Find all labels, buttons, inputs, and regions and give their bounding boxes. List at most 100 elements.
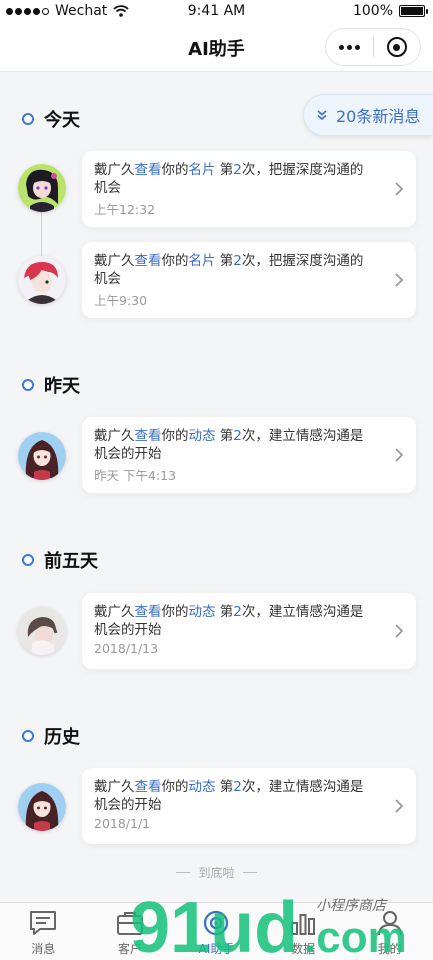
chevron-right-icon	[395, 182, 404, 196]
end-of-list-note: 到底啦	[0, 864, 433, 881]
card-time: 昨天 下午4:13	[94, 468, 177, 483]
tab-label: 消息	[31, 942, 56, 956]
nav-bar: AI助手	[0, 22, 433, 72]
new-messages-label: 20条新消息	[336, 107, 421, 126]
end-note-label: 到底啦	[198, 866, 235, 880]
divider	[242, 872, 257, 873]
object-label: 名片	[188, 162, 216, 178]
card-message: 戴广久查看你的动态 第2次，建立情感沟通是机会的开始	[94, 427, 376, 463]
status-bar: Wechat 9:41 AM 100%	[0, 0, 433, 22]
chevron-right-icon	[395, 448, 404, 462]
object-label: 动态	[188, 779, 216, 795]
visitor-name: 戴广久	[94, 779, 135, 795]
avatar[interactable]	[18, 783, 66, 831]
avatar[interactable]	[18, 256, 66, 304]
tab-customers[interactable]: 客户	[87, 903, 174, 960]
card-message: 戴广久查看你的动态 第2次，建立情感沟通是机会的开始	[94, 778, 376, 814]
action-label: 查看	[134, 604, 162, 620]
avatar[interactable]	[18, 432, 66, 480]
activity-card[interactable]: 戴广久查看你的动态 第2次，建立情感沟通是机会的开始 2018/1/13	[82, 593, 416, 669]
card-time: 2018/1/13	[94, 641, 159, 656]
tab-ai-assistant[interactable]: AI助手	[173, 903, 260, 960]
object-label: 动态	[188, 428, 216, 444]
section-title: 前五天	[44, 551, 98, 572]
activity-card[interactable]: 戴广久查看你的动态 第2次，建立情感沟通是机会的开始 昨天 下午4:13	[82, 417, 416, 493]
card-message: 戴广久查看你的名片 第2次，把握深度沟通的机会	[94, 161, 376, 197]
tab-label: 我的	[377, 942, 402, 956]
card-time: 2018/1/1	[94, 816, 151, 831]
count-label: 2	[233, 779, 242, 795]
message-text: 你的	[161, 604, 189, 620]
object-label: 名片	[188, 253, 216, 269]
tab-bar: 消息 客户 AI助手 数据 我的	[0, 902, 433, 960]
timeline-connector	[41, 212, 42, 260]
data-icon	[291, 914, 316, 935]
double-chevron-down-icon	[316, 109, 328, 121]
visitor-name: 戴广久	[94, 253, 135, 269]
card-message: 戴广久查看你的动态 第2次，建立情感沟通是机会的开始	[94, 603, 376, 639]
visitor-name: 戴广久	[94, 428, 135, 444]
message-text: 次，	[241, 428, 269, 444]
more-icon[interactable]	[326, 29, 373, 65]
message-text: 你的	[161, 779, 189, 795]
tab-messages[interactable]: 消息	[0, 903, 87, 960]
message-text: 你的	[161, 428, 189, 444]
card-time: 上午12:32	[94, 202, 156, 217]
count-label: 2	[233, 162, 242, 178]
message-text: 你的	[161, 162, 189, 178]
section-five-days-ago: 前五天	[22, 548, 98, 572]
customer-icon	[116, 912, 143, 935]
message-text: 第	[215, 162, 234, 178]
avatar[interactable]	[18, 607, 66, 655]
count-label: 2	[233, 253, 242, 269]
new-messages-button[interactable]: 20条新消息	[303, 94, 433, 136]
section-today: 今天	[22, 107, 80, 131]
chevron-right-icon	[395, 799, 404, 813]
tab-profile[interactable]: 我的	[346, 903, 433, 960]
message-text: 次，	[241, 253, 269, 269]
profile-icon	[377, 911, 402, 936]
count-label: 2	[233, 604, 242, 620]
activity-card[interactable]: 戴广久查看你的动态 第2次，建立情感沟通是机会的开始 2018/1/1	[82, 768, 416, 844]
count-label: 2	[233, 428, 242, 444]
visitor-name: 戴广久	[94, 162, 135, 178]
avatar[interactable]	[18, 164, 66, 212]
chevron-right-icon	[395, 624, 404, 638]
object-label: 动态	[188, 604, 216, 620]
message-text: 第	[215, 428, 234, 444]
action-label: 查看	[134, 253, 162, 269]
section-yesterday: 昨天	[22, 373, 80, 397]
section-dot-icon	[22, 379, 34, 391]
message-icon	[30, 911, 57, 935]
battery-icon	[399, 5, 428, 17]
status-right: 100%	[352, 3, 428, 19]
section-dot-icon	[22, 554, 34, 566]
section-dot-icon	[22, 730, 34, 742]
section-title: 历史	[44, 727, 80, 748]
card-message: 戴广久查看你的名片 第2次，把握深度沟通的机会	[94, 252, 376, 288]
battery-label: 100%	[352, 3, 393, 19]
section-dot-icon	[22, 113, 34, 125]
divider	[176, 872, 191, 873]
message-text: 次，	[241, 162, 269, 178]
message-text: 第	[215, 253, 234, 269]
message-text: 你的	[161, 253, 189, 269]
section-title: 今天	[44, 110, 80, 131]
tab-data[interactable]: 数据	[260, 903, 347, 960]
action-label: 查看	[134, 779, 162, 795]
section-title: 昨天	[44, 376, 80, 397]
tab-label: 客户	[117, 942, 142, 956]
ai-assistant-icon	[204, 910, 229, 936]
action-label: 查看	[134, 162, 162, 178]
message-text: 次，	[241, 604, 269, 620]
activity-card[interactable]: 戴广久查看你的名片 第2次，把握深度沟通的机会 上午12:32	[82, 151, 416, 227]
message-text: 第	[215, 604, 234, 620]
message-text: 第	[215, 779, 234, 795]
chevron-right-icon	[395, 273, 404, 287]
card-time: 上午9:30	[94, 293, 148, 308]
visitor-name: 戴广久	[94, 604, 135, 620]
tab-label: 数据	[291, 942, 316, 956]
capsule-menu	[325, 28, 421, 66]
close-miniprogram-icon[interactable]	[374, 29, 420, 65]
activity-card[interactable]: 戴广久查看你的名片 第2次，把握深度沟通的机会 上午9:30	[82, 242, 416, 318]
